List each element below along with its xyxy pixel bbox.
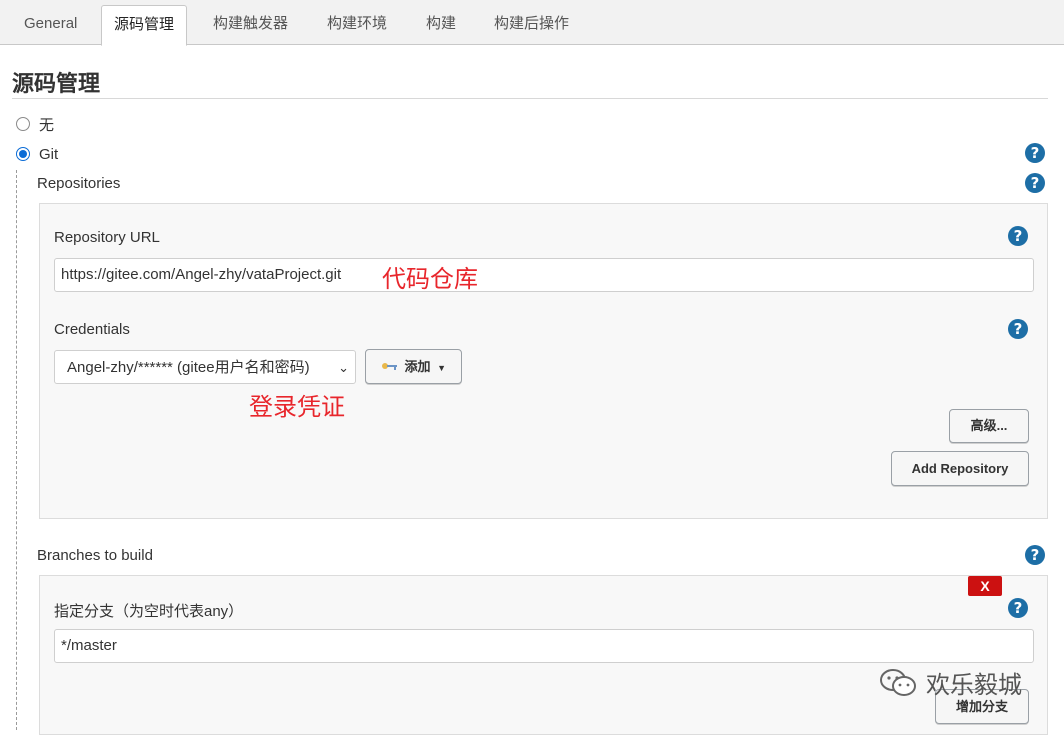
add-credentials-label: 添加 [404, 359, 431, 374]
tab-build-environment[interactable]: 构建环境 [315, 5, 399, 45]
add-repository-button[interactable]: Add Repository [891, 451, 1029, 486]
branch-specifier-input[interactable]: */master [54, 629, 1034, 663]
repositories-label: Repositories [37, 175, 121, 192]
tab-source-code-management[interactable]: 源码管理 [101, 5, 188, 46]
radio-none[interactable] [16, 117, 30, 131]
repo-annotation: 代码仓库 [382, 266, 478, 293]
scm-option-git[interactable]: Git [16, 144, 58, 164]
credentials-select[interactable]: Angel-zhy/****** (gitee用户名和密码) ⌄ [54, 350, 356, 384]
radio-git[interactable] [16, 147, 30, 161]
chevron-down-icon: ⌄ [338, 360, 349, 375]
credentials-help-icon[interactable]: ? [1008, 319, 1028, 339]
credentials-annotation: 登录凭证 [249, 394, 345, 421]
repository-url-help-icon[interactable]: ? [1008, 226, 1028, 246]
add-credentials-button[interactable]: 添加 ▼ [365, 349, 462, 384]
repository-panel: Repository URL ? https://gitee.com/Angel… [39, 203, 1048, 519]
tab-build[interactable]: 构建 [414, 5, 468, 45]
watermark-text: 欢乐毅城 [926, 672, 1022, 699]
repository-url-input[interactable]: https://gitee.com/Angel-zhy/vataProject.… [54, 258, 1034, 292]
git-section-indent-line [16, 170, 17, 730]
repository-url-label: Repository URL [54, 229, 160, 246]
scm-option-none[interactable]: 无 [16, 114, 54, 134]
branch-panel: 指定分支（为空时代表any） ? */master 增加分支 [39, 575, 1048, 735]
tab-bar: General 源码管理 构建触发器 构建环境 构建 构建后操作 [0, 0, 1064, 46]
key-icon [381, 351, 399, 384]
branch-specifier-help-icon[interactable]: ? [1008, 598, 1028, 618]
branches-help-icon[interactable]: ? [1025, 545, 1045, 565]
advanced-button[interactable]: 高级... [949, 409, 1029, 443]
radio-none-label: 无 [39, 116, 55, 134]
section-divider [12, 98, 1048, 99]
tab-general[interactable]: General [12, 5, 89, 45]
watermark: 欢乐毅城 [878, 665, 1022, 700]
tab-build-triggers[interactable]: 构建触发器 [201, 5, 300, 45]
tab-post-build-actions[interactable]: 构建后操作 [482, 5, 581, 45]
branches-to-build-label: Branches to build [37, 547, 153, 564]
branch-specifier-label: 指定分支（为空时代表any） [54, 603, 244, 620]
credentials-label: Credentials [54, 321, 130, 338]
credentials-selected-value: Angel-zhy/****** (gitee用户名和密码) [67, 359, 310, 376]
git-help-icon[interactable]: ? [1025, 143, 1045, 163]
repositories-help-icon[interactable]: ? [1025, 173, 1045, 193]
delete-branch-button[interactable]: X [968, 576, 1002, 596]
wechat-icon [878, 668, 918, 698]
dropdown-arrow-icon: ▼ [437, 363, 447, 373]
section-title: 源码管理 [12, 71, 101, 96]
radio-git-label: Git [39, 145, 59, 163]
